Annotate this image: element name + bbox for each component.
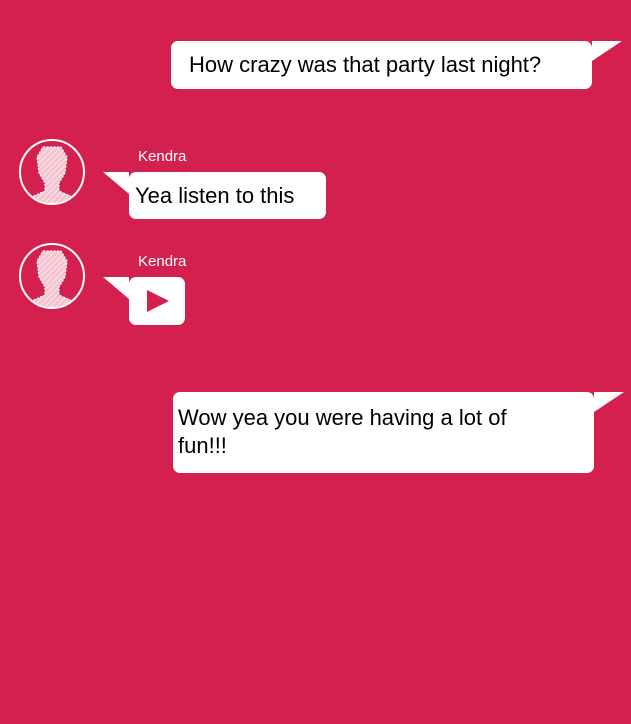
bubble-tail <box>594 392 624 412</box>
chat-screen: { "messages": [ {"direction": "outgoing"… <box>0 0 631 724</box>
play-icon[interactable] <box>129 277 185 325</box>
avatar[interactable] <box>19 243 85 309</box>
sender-name: Kendra <box>138 148 187 165</box>
sender-name: Kendra <box>138 253 187 270</box>
bubble-tail <box>592 41 622 61</box>
bubble-tail <box>103 277 129 299</box>
avatar[interactable] <box>19 139 85 205</box>
message-text: Wow yea you were having a lot of fun!!! <box>178 405 507 458</box>
incoming-message-bubble[interactable]: Yea listen to this <box>103 172 326 219</box>
message-text: Yea listen to this <box>135 183 295 208</box>
message-text: How crazy was that party last night? <box>189 52 542 77</box>
video-message-bubble[interactable] <box>103 277 185 325</box>
outgoing-message-bubble[interactable]: Wow yea you were having a lot of fun!!! <box>173 392 624 473</box>
outgoing-message-bubble[interactable]: How crazy was that party last night? <box>171 41 622 89</box>
person-silhouette-icon <box>26 146 78 203</box>
bubble-tail <box>103 172 129 194</box>
person-silhouette-icon <box>26 250 78 307</box>
